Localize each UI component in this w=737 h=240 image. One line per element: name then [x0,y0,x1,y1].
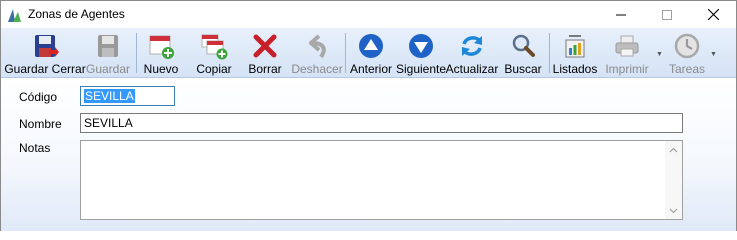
print-dropdown-arrow-icon[interactable]: ▼ [656,51,663,58]
notas-label: Notas [19,141,51,155]
tasks-dropdown-arrow-icon[interactable]: ▼ [710,51,717,58]
save-icon [98,35,118,57]
delete-button[interactable]: Borrar [245,28,285,78]
minimize-button[interactable] [598,1,644,28]
save-label: Guardar [85,62,131,76]
delete-icon [253,34,277,58]
refresh-label: Actualizar [445,62,499,76]
window-title: Zonas de Agentes [28,7,125,21]
refresh-button[interactable]: Actualizar [446,28,498,78]
copy-label: Copiar [196,62,232,76]
save-close-icon [35,35,59,57]
arrow-up-icon [359,34,383,58]
previous-button[interactable]: Anterior [348,28,394,78]
toolbar-separator [345,33,346,73]
clock-icon [674,33,700,59]
undo-icon [309,34,326,59]
scroll-up-button[interactable] [665,141,682,158]
main-window: Zonas de Agentes Guardar Cerrar Guardar … [0,0,737,231]
arrow-down-icon [409,34,433,58]
scroll-down-button[interactable] [665,202,682,219]
new-button[interactable]: Nuevo [141,28,181,78]
notas-textarea[interactable] [80,140,683,220]
title-bar: Zonas de Agentes [1,1,736,28]
refresh-icon [462,36,482,56]
nombre-label: Nombre [19,117,62,131]
app-logo-icon [8,9,21,22]
codigo-value: SEVILLA [84,89,135,103]
toolbar: Guardar Cerrar Guardar Nuevo Copiar Borr… [1,28,736,78]
form-area: Código SEVILLA Nombre SEVILLA Notas [1,79,736,231]
chevron-down-icon [669,208,678,213]
undo-label: Deshacer [291,62,343,76]
notas-scrollbar[interactable] [665,141,682,219]
next-label: Siguiente [395,62,447,76]
new-record-icon [149,35,174,59]
codigo-label: Código [19,90,58,104]
chevron-up-icon [669,147,678,152]
close-button[interactable] [690,1,736,28]
nombre-value: SEVILLA [84,116,133,130]
copy-record-icon [201,34,228,60]
toolbar-separator [136,33,137,73]
reports-button[interactable]: Listados [552,28,598,78]
next-button[interactable]: Siguiente [396,28,446,78]
print-label: Imprimir [605,62,649,76]
maximize-icon [662,9,672,20]
toolbar-separator [549,33,550,73]
search-button[interactable]: Buscar [503,28,543,78]
codigo-field[interactable]: SEVILLA [80,86,175,106]
copy-button[interactable]: Copiar [193,28,235,78]
delete-label: Borrar [248,62,282,76]
tasks-button[interactable]: Tareas [666,28,708,78]
print-button[interactable]: Imprimir [602,28,652,78]
nombre-field[interactable]: SEVILLA [80,113,683,133]
search-label: Buscar [504,62,542,76]
reports-icon [565,35,585,58]
previous-label: Anterior [349,62,393,76]
save-button[interactable]: Guardar [85,28,131,78]
tasks-label: Tareas [668,62,706,76]
search-icon [512,34,535,57]
minimize-icon [616,14,626,15]
maximize-button[interactable] [644,1,690,28]
close-icon [707,9,719,20]
reports-label: Listados [552,62,598,76]
printer-icon [615,35,639,57]
undo-button[interactable]: Deshacer [291,28,343,78]
save-close-label: Guardar Cerrar [4,62,86,76]
new-label: Nuevo [143,62,179,76]
save-close-button[interactable]: Guardar Cerrar [4,28,86,78]
